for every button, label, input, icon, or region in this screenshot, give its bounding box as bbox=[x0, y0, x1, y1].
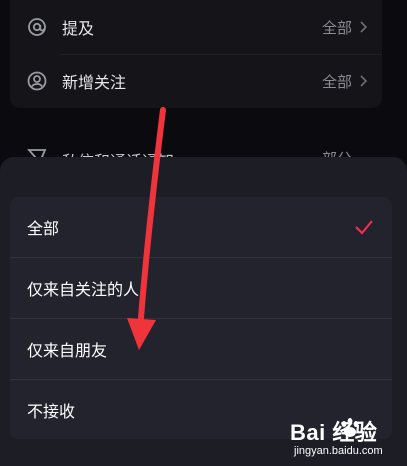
option-label: 不接收 bbox=[27, 402, 76, 421]
user-circle-icon bbox=[26, 70, 48, 92]
option-all[interactable]: 全部 bbox=[10, 197, 392, 257]
setting-value: 全部 bbox=[321, 72, 352, 91]
setting-value: 全部 bbox=[321, 18, 352, 37]
setting-row-new-followers[interactable]: 新增关注 全部 bbox=[10, 54, 382, 108]
watermark-brand: Bai 经验 bbox=[290, 420, 378, 445]
option-label: 仅来自关注的人 bbox=[27, 280, 140, 299]
chevron-right-icon bbox=[356, 19, 372, 35]
chevron-right-icon bbox=[356, 73, 372, 89]
option-label: 全部 bbox=[27, 219, 60, 238]
settings-list: 提及 全部 新增关注 全部 bbox=[10, 0, 382, 108]
option-label: 仅来自朋友 bbox=[27, 341, 108, 360]
baidu-watermark: Bai 经验 jingyan.baidu.com bbox=[290, 415, 402, 463]
setting-label: 提及 bbox=[62, 19, 95, 38]
option-list: 全部 仅来自关注的人 仅来自朋友 不接收 bbox=[10, 197, 392, 439]
option-friends-only[interactable]: 仅来自朋友 bbox=[10, 319, 392, 379]
at-icon bbox=[26, 16, 48, 38]
setting-label: 新增关注 bbox=[62, 73, 127, 92]
paw-icon bbox=[338, 416, 362, 440]
watermark-url: jingyan.baidu.com bbox=[294, 445, 383, 457]
checkmark-icon bbox=[354, 217, 374, 237]
option-following-only[interactable]: 仅来自关注的人 bbox=[10, 258, 392, 318]
setting-row-mentions[interactable]: 提及 全部 bbox=[10, 0, 382, 54]
